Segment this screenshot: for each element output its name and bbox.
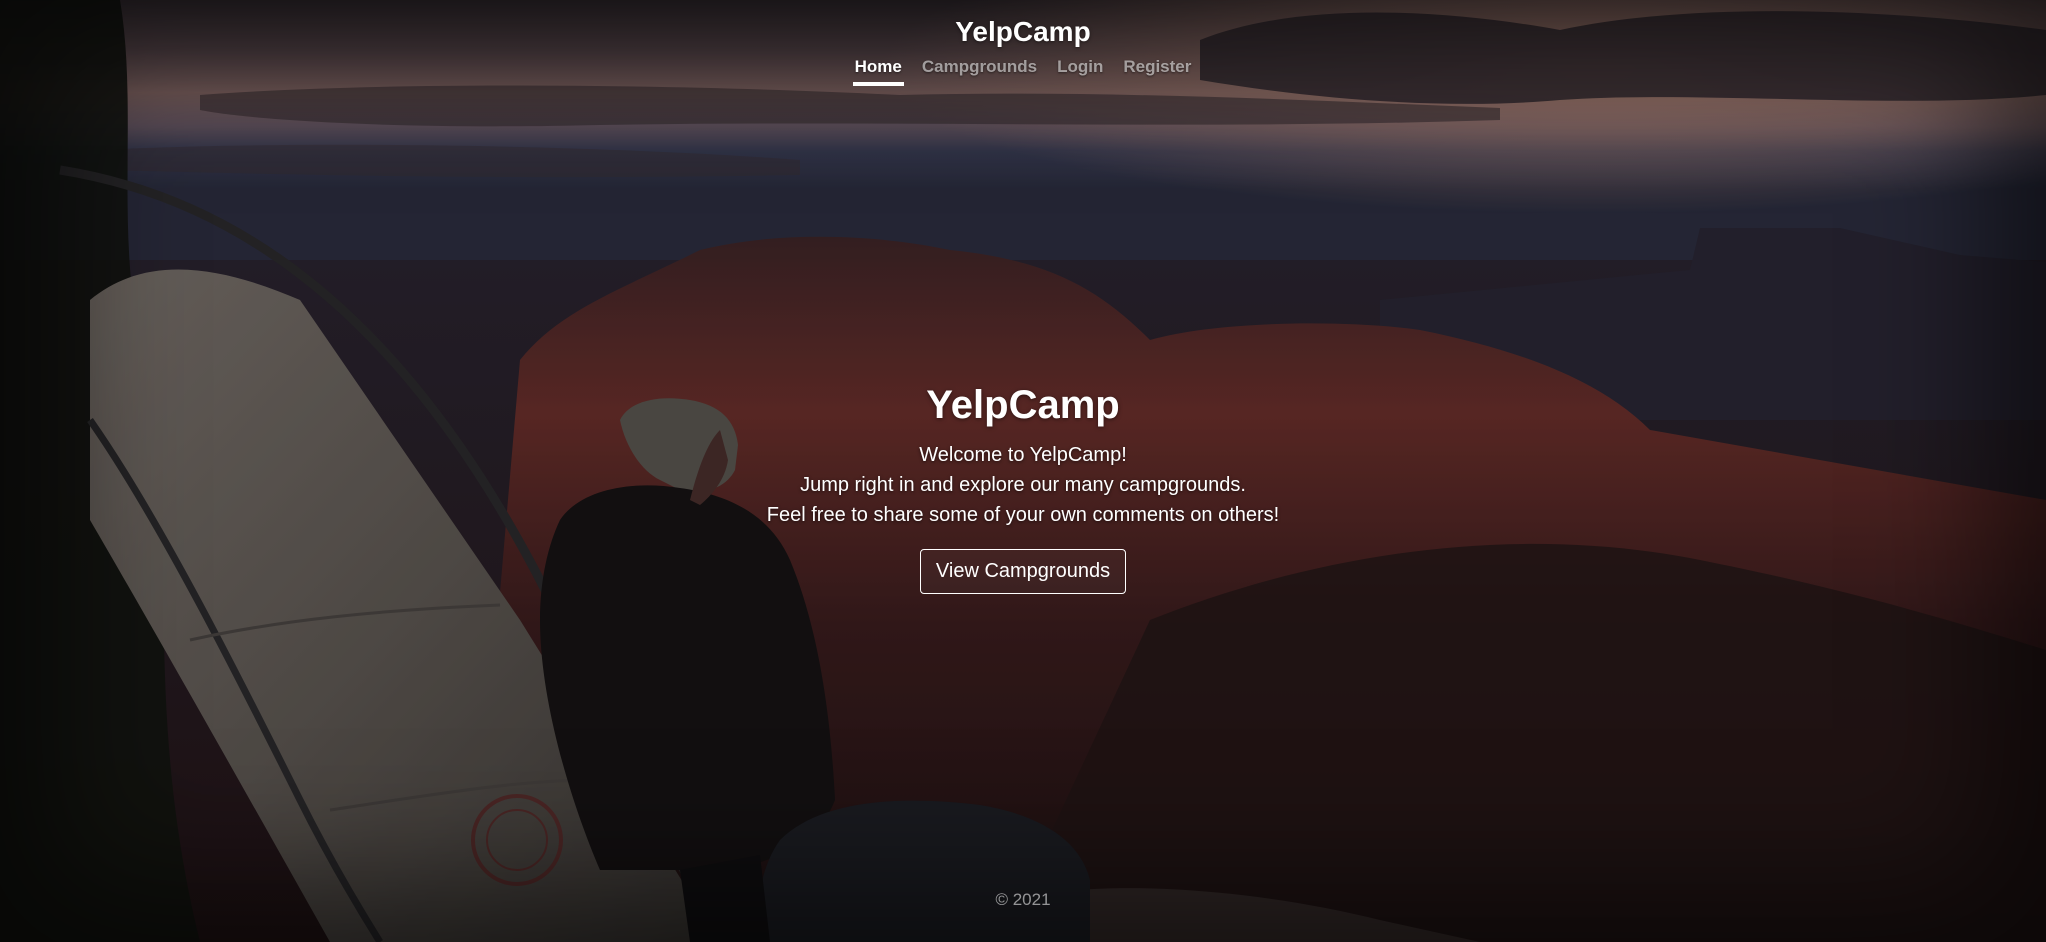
landing-page: YelpCamp Home Campgrounds Login Register… bbox=[0, 0, 2046, 942]
hero-share-text: Feel free to share some of your own comm… bbox=[766, 504, 1280, 526]
hero-title: YelpCamp bbox=[926, 383, 1120, 427]
nav-link-login[interactable]: Login bbox=[1055, 54, 1105, 86]
main-nav: Home Campgrounds Login Register bbox=[0, 54, 2046, 86]
footer-copyright: © 2021 bbox=[995, 890, 1051, 909]
nav-link-register[interactable]: Register bbox=[1121, 54, 1193, 86]
brand-title[interactable]: YelpCamp bbox=[0, 14, 2046, 50]
hero-welcome-text: Welcome to YelpCamp! bbox=[919, 444, 1127, 466]
view-campgrounds-button[interactable]: View Campgrounds bbox=[919, 549, 1127, 594]
nav-link-campgrounds[interactable]: Campgrounds bbox=[920, 54, 1039, 86]
hero-section: YelpCamp Welcome to YelpCamp! Jump right… bbox=[0, 380, 2046, 594]
hero-explore-text: Jump right in and explore our many campg… bbox=[800, 474, 1246, 496]
nav-link-home[interactable]: Home bbox=[852, 54, 904, 86]
masthead: YelpCamp Home Campgrounds Login Register bbox=[0, 14, 2046, 86]
